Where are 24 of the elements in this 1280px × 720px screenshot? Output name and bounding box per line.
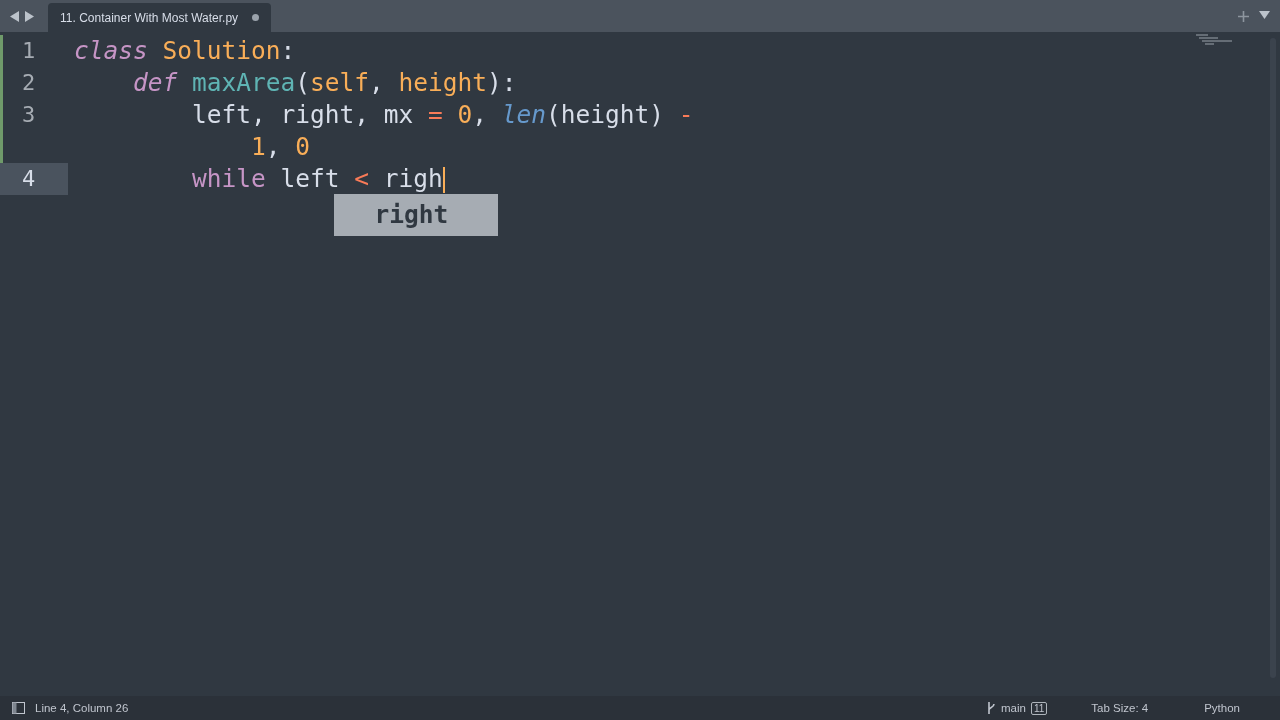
- line-number: 2: [20, 69, 37, 97]
- code-line: 1, 0: [250, 131, 312, 163]
- autocomplete-item[interactable]: right: [374, 200, 450, 230]
- back-arrow-icon[interactable]: [10, 10, 19, 22]
- text-cursor: [442, 167, 445, 193]
- file-tab[interactable]: 11. Container With Most Water.py: [48, 3, 272, 32]
- plus-icon[interactable]: [1238, 10, 1249, 22]
- code-line: left, right, mx = 0, len(height) -: [191, 99, 694, 131]
- line-number: 4: [20, 165, 37, 193]
- code-line: class Solution:: [74, 35, 296, 67]
- minimap-drawing[interactable]: [1196, 34, 1232, 46]
- syntax-label[interactable]: Python: [1204, 702, 1240, 714]
- changes-badge: 11: [1030, 701, 1048, 715]
- cursor-position[interactable]: Line 4, Column 26: [35, 702, 129, 714]
- line-number: 1: [20, 37, 37, 65]
- code-line: def maxArea(self, height):: [132, 67, 517, 99]
- tab-size[interactable]: Tab Size: 4: [1091, 702, 1149, 714]
- dropdown-icon[interactable]: [1259, 10, 1270, 19]
- panel-toggle-icon[interactable]: [12, 702, 25, 714]
- branch-name[interactable]: main: [1000, 702, 1026, 714]
- code-line: while left < righ: [191, 163, 445, 195]
- forward-arrow-icon[interactable]: [25, 10, 34, 22]
- git-branch-icon: [986, 702, 996, 714]
- line-number: 3: [20, 101, 37, 129]
